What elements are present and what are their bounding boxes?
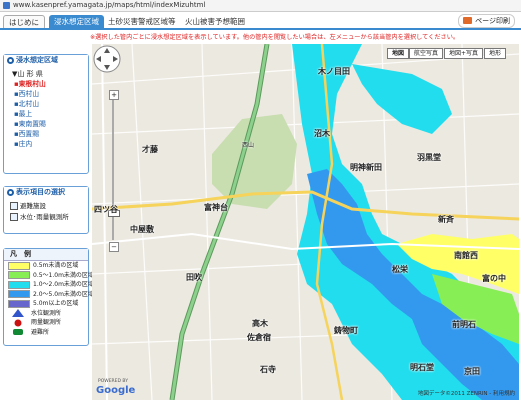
display-panel: 表示項目の選択 避難施設 水位･雨量観測所 — [3, 186, 89, 234]
pan-control[interactable] — [92, 44, 122, 74]
label-nishiyama: 西山 — [242, 142, 255, 149]
water-level-icon — [12, 309, 24, 317]
google-logo[interactable]: Google — [96, 385, 135, 396]
legend-item: 2.0〜5.0m未満の区域 — [4, 290, 94, 300]
label-hagurodo: 羽黒堂 — [417, 153, 441, 162]
display-panel-title: 表示項目の選択 — [4, 187, 88, 198]
swatch — [8, 299, 30, 308]
label-maeakashi: 前明石 — [452, 320, 476, 329]
zoom-in-icon[interactable]: + — [109, 90, 119, 100]
swatch — [8, 261, 30, 270]
tab-landslide[interactable]: 土砂災害警戒区域等 — [103, 15, 181, 28]
print-button[interactable]: ページ印刷 — [458, 14, 515, 28]
label-sakusa: 佐倉宿 — [247, 333, 271, 342]
city-nishiokitama[interactable]: ▪西置賜 — [4, 129, 88, 139]
powered-by: POWERED BY — [98, 379, 129, 384]
print-label: ページ印刷 — [475, 17, 510, 25]
label-kinomeda: 木ノ目田 — [318, 67, 350, 76]
tab-flood-area[interactable]: 浸水想定区域 — [49, 15, 104, 28]
city-tonan-okitama[interactable]: ▪東南置賜 — [4, 119, 88, 129]
zoom-out-icon[interactable]: − — [109, 242, 119, 252]
label-akashido: 明石堂 — [410, 363, 434, 372]
swatch — [8, 271, 30, 279]
tab-underline — [0, 28, 521, 30]
legend-item: 1.0〜2.0m未満の区域 — [4, 280, 94, 290]
printer-icon — [463, 17, 473, 24]
sidebar: 浸水想定区域 ▼山 形 県 ▪東根村山 ▪西村山 ▪北村山 ▪最上 ▪東南置賜 … — [0, 44, 94, 400]
legend-panel: 凡 例 0.5m未満の区域 0.5〜1.0m未満の区域 1.0〜2.0m未満の区… — [3, 248, 94, 346]
label-tabuki: 田吹 — [186, 273, 202, 282]
main-tabs: はじめに 浸水想定区域 土砂災害警戒区域等 火山被害予想範囲 — [0, 13, 521, 30]
rain-gauge-icon — [14, 319, 22, 326]
map-view[interactable]: 地図 航空写真 地図+写真 地形 + − 木ノ目田 沼木 明神新田 羽黒堂 才藤… — [92, 44, 519, 400]
city-nishimurayama[interactable]: ▪西村山 — [4, 89, 88, 99]
label-minamitate: 南館西 — [454, 251, 478, 260]
legend-item: 5.0m以上の区域 — [4, 299, 88, 309]
city-shonai[interactable]: ▪庄内 — [4, 139, 88, 149]
label-meijishinden: 明神新田 — [350, 163, 382, 172]
map-type-hybrid[interactable]: 地図+写真 — [444, 48, 484, 59]
bullet-icon — [7, 57, 14, 64]
check-stations-label: 水位･雨量観測所 — [20, 213, 69, 221]
label-tomijindai: 富神台 — [204, 203, 228, 212]
label-saitou: 才藤 — [142, 145, 158, 154]
label-takagi: 高木 — [252, 319, 268, 328]
city-mogami[interactable]: ▪最上 — [4, 109, 88, 119]
label-numaki: 沼木 — [314, 129, 330, 138]
check-shelter-label: 避難施設 — [20, 202, 46, 210]
bullet-icon — [7, 189, 14, 196]
tab-volcano[interactable]: 火山被害予想範囲 — [180, 15, 250, 28]
map-type-aerial[interactable]: 航空写真 — [409, 48, 444, 59]
swatch — [8, 290, 30, 298]
area-title-text: 浸水想定区域 — [16, 56, 58, 64]
legend-item: 0.5m未満の区域 — [4, 261, 88, 271]
city-kitamurayama[interactable]: ▪北村山 — [4, 99, 88, 109]
site-icon — [3, 2, 10, 9]
prefecture-label: ▼山 形 県 — [12, 70, 43, 78]
label-ikkamachi: 鋳物町 — [334, 326, 358, 335]
label-nakayashiki: 中屋敷 — [130, 225, 154, 234]
map-canvas[interactable] — [92, 44, 519, 400]
label-tominaka: 富の中 — [482, 274, 506, 283]
label-shinsai: 新斉 — [438, 215, 454, 224]
address-bar[interactable]: www.kasenpref.yamagata.jp/maps/html/inde… — [0, 0, 521, 12]
area-panel-title: 浸水想定区域 — [4, 55, 88, 66]
notice-text: ※選択した管内ごとに浸水想定区域を表示しています。他の管内を閲覧したい場合は、左… — [90, 34, 460, 41]
legend-item: 水位観測所 — [4, 309, 88, 319]
legend-title: 凡 例 — [4, 249, 88, 261]
label-ishidera: 石寺 — [260, 365, 276, 374]
checkbox-icon[interactable] — [10, 202, 18, 210]
map-type-terrain[interactable]: 地形 — [484, 48, 507, 59]
label-matsuei: 松栄 — [392, 265, 408, 274]
display-title-text: 表示項目の選択 — [16, 188, 65, 196]
map-copyright[interactable]: 地図データ©2011 ZENRIN - 利用規約 — [418, 389, 515, 397]
swatch — [8, 280, 30, 289]
check-stations[interactable]: 水位･雨量観測所 — [4, 212, 88, 223]
legend-item: 避難所 — [4, 328, 88, 338]
area-panel: 浸水想定区域 ▼山 形 県 ▪東根村山 ▪西村山 ▪北村山 ▪最上 ▪東南置賜 … — [3, 54, 89, 174]
check-shelter[interactable]: 避難施設 — [4, 201, 88, 212]
url-text: www.kasenpref.yamagata.jp/maps/html/inde… — [13, 1, 206, 9]
label-kyoden: 京田 — [464, 367, 480, 376]
zoom-track[interactable] — [112, 100, 114, 240]
checkbox-icon[interactable] — [10, 213, 18, 221]
label-yotsuga: 四ツ谷 — [94, 205, 118, 214]
shelter-icon — [13, 329, 23, 335]
legend-item: 雨量観測所 — [4, 318, 88, 328]
legend-item: 0.5〜1.0m未満の区域 — [4, 271, 94, 281]
map-type-map[interactable]: 地図 — [387, 48, 410, 59]
zoom-slider[interactable]: + − — [108, 90, 120, 252]
city-higashine[interactable]: ▪東根村山 — [4, 79, 88, 89]
